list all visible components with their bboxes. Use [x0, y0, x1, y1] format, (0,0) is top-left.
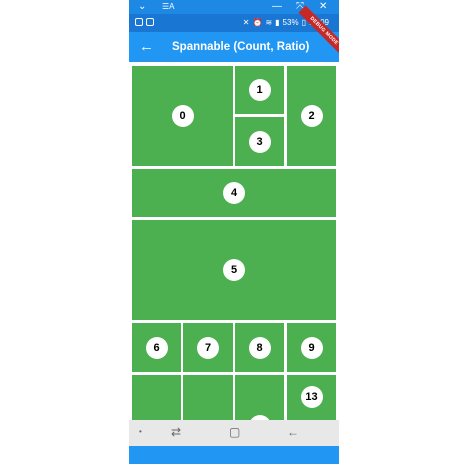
home-icon[interactable]: ▢ [229, 424, 240, 440]
chevron-down-icon[interactable]: ⌄ [138, 1, 146, 13]
battery-level: 53% [282, 18, 299, 27]
grid-tile[interactable]: 6 [132, 323, 181, 372]
grid-tile[interactable] [132, 375, 181, 420]
bottom-strip [129, 446, 339, 464]
staggered-grid[interactable]: 0 1 2 3 4 5 6 7 8 9 13 [129, 62, 339, 420]
alarm-icon: ⏰ [252, 18, 263, 27]
notification-icon [146, 18, 154, 26]
tile-index-badge: 3 [248, 130, 271, 153]
tile-index-badge: 13 [300, 385, 323, 408]
tile-index-badge: 8 [248, 336, 271, 359]
back-arrow-icon[interactable]: ← [139, 38, 154, 56]
notification-icons [135, 18, 154, 26]
tile-index-badge: 2 [300, 105, 323, 127]
grid-tile[interactable] [235, 375, 284, 420]
grid-tile[interactable]: 1 [235, 66, 284, 114]
mute-icon: ✕ [242, 18, 250, 27]
signal-icon: ▮ [275, 18, 280, 27]
navigation-bar: • ⇄ ▢ ← [129, 420, 339, 446]
menu-icon[interactable]: ☰A [162, 1, 175, 13]
grid-tile[interactable]: 4 [132, 169, 336, 217]
grid-tile[interactable] [183, 375, 233, 420]
phone-screen: ⌄ ☰A — ⤧ ✕ ✕ ⏰ ≋ ▮ 53% ▯ 10:09 DEBUG MOD… [129, 0, 339, 474]
grid-tile[interactable]: 8 [235, 323, 284, 372]
tile-index-badge: 6 [145, 336, 168, 359]
notification-icon [135, 18, 143, 26]
tile-index-badge: 1 [248, 79, 271, 101]
recents-icon[interactable]: ⇄ [171, 424, 181, 440]
tile-index-badge: 9 [300, 336, 323, 359]
tile-index-badge: 0 [171, 105, 194, 127]
back-icon[interactable]: ← [287, 424, 299, 440]
minimize-icon[interactable]: — [272, 1, 282, 13]
tile-index-badge: 4 [223, 182, 245, 204]
tile-index-badge: 7 [197, 336, 219, 359]
grid-tile[interactable]: 2 [287, 66, 336, 166]
page-title: Spannable (Count, Ratio) [172, 41, 310, 53]
grid-tile[interactable]: 0 [132, 66, 233, 166]
wifi-icon: ≋ [265, 18, 273, 27]
app-bar: ← Spannable (Count, Ratio) [129, 32, 339, 62]
grid-tile[interactable]: 3 [235, 117, 284, 166]
nav-dot-icon[interactable]: • [139, 424, 142, 440]
tile-index-badge: 5 [223, 259, 245, 281]
grid-tile[interactable]: 7 [183, 323, 233, 372]
grid-tile[interactable]: 5 [132, 220, 336, 320]
grid-tile[interactable]: 13 [287, 375, 336, 420]
grid-tile[interactable]: 9 [287, 323, 336, 372]
close-icon[interactable]: ✕ [319, 1, 327, 13]
